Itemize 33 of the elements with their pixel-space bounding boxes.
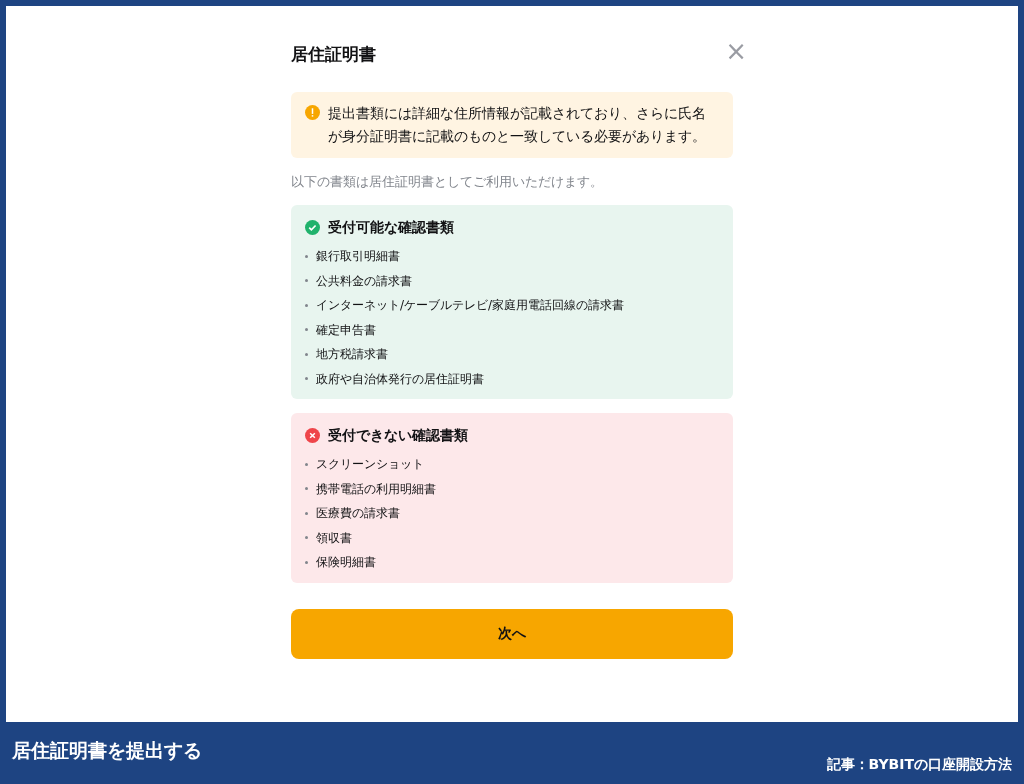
intro-text: 以下の書類は居住証明書としてご利用いただけます。 xyxy=(291,172,604,191)
document-item: 銀行取引明細書 xyxy=(316,248,400,266)
bullet-icon xyxy=(305,303,308,307)
caption-source: 記事：BYBITの口座開設方法 xyxy=(826,755,1012,774)
document-item: 医療費の請求書 xyxy=(316,505,400,523)
document-item: スクリーンショット xyxy=(316,456,424,474)
bullet-icon xyxy=(305,511,308,515)
document-item: 領収書 xyxy=(316,529,352,547)
bullet-icon xyxy=(305,254,308,258)
bullet-icon xyxy=(305,328,308,332)
bullet-icon xyxy=(305,487,308,491)
document-item: 保険明細書 xyxy=(316,554,376,572)
bullet-icon xyxy=(305,462,308,466)
section-title: 受付可能な確認書類 xyxy=(328,218,454,237)
bullet-icon xyxy=(305,536,308,540)
check-circle-icon xyxy=(305,220,320,235)
caption-title: 居住証明書を提出する xyxy=(12,738,202,763)
document-item: 携帯電話の利用明細書 xyxy=(316,480,436,498)
bullet-icon xyxy=(305,352,308,356)
document-item: 地方税請求書 xyxy=(316,346,388,364)
bullet-icon xyxy=(305,279,308,283)
document-item: インターネット/ケーブルテレビ/家庭用電話回線の請求書 xyxy=(316,297,625,315)
error-circle-icon xyxy=(305,428,320,443)
warning-icon xyxy=(305,104,320,120)
notice-text: 提出書類には詳細な住所情報が記載されており、さらに氏名が身分証明書に記載のものと一致している必要があります。 xyxy=(328,103,707,146)
document-item: 公共料金の請求書 xyxy=(316,272,412,290)
bullet-icon xyxy=(305,560,308,564)
dialog-title: 居住証明書 xyxy=(291,43,376,66)
section-title: 受付できない確認書類 xyxy=(328,426,468,445)
document-item: 確定申告書 xyxy=(316,321,376,339)
next-button[interactable]: 次へ xyxy=(291,608,733,659)
bullet-icon xyxy=(305,377,308,381)
document-item: 政府や自治体発行の居住証明書 xyxy=(316,370,484,388)
